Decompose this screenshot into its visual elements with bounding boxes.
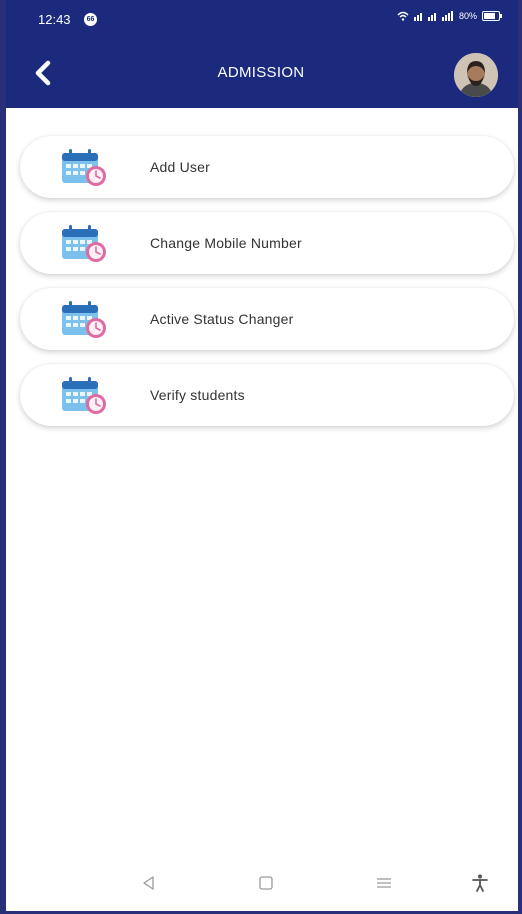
calendar-clock-icon xyxy=(62,149,106,186)
avatar[interactable] xyxy=(454,53,498,97)
status-bar: 12:43 66 80% xyxy=(0,0,522,40)
screen: 12:43 66 80% ADMISSION Add User Change M… xyxy=(0,0,522,914)
back-triangle-icon xyxy=(143,876,154,890)
notification-badge: 66 xyxy=(84,13,97,26)
menu-item-label: Verify students xyxy=(150,387,245,403)
status-icons: 80% xyxy=(397,11,502,21)
battery-percent: 80% xyxy=(458,11,477,21)
nav-recents-button[interactable] xyxy=(374,873,394,893)
calendar-clock-icon xyxy=(62,377,106,414)
calendar-clock-icon xyxy=(62,301,106,338)
menu-item-active-status-changer[interactable]: Active Status Changer xyxy=(20,288,514,350)
menu-item-verify-students[interactable]: Verify students xyxy=(20,364,514,426)
admission-menu: Add User Change Mobile Number Active Sta… xyxy=(20,136,514,440)
nav-accessibility-button[interactable] xyxy=(470,873,490,893)
nav-back-button[interactable] xyxy=(139,873,159,893)
user-avatar-icon xyxy=(454,53,498,97)
menu-item-label: Active Status Changer xyxy=(150,311,294,327)
menu-item-add-user[interactable]: Add User xyxy=(20,136,514,198)
menu-item-label: Change Mobile Number xyxy=(150,235,302,251)
app-bar: 12:43 66 80% ADMISSION xyxy=(0,0,522,108)
menu-item-change-mobile-number[interactable]: Change Mobile Number xyxy=(20,212,514,274)
signal-icon xyxy=(413,11,453,21)
recents-menu-icon xyxy=(377,878,391,888)
frame-border-left xyxy=(0,0,6,914)
status-time: 12:43 xyxy=(38,12,71,27)
menu-item-label: Add User xyxy=(150,159,210,175)
battery-icon xyxy=(482,11,502,21)
wifi-icon xyxy=(397,11,409,21)
home-square-icon xyxy=(259,876,273,890)
nav-home-button[interactable] xyxy=(256,873,276,893)
system-nav-bar xyxy=(0,851,522,911)
accessibility-icon xyxy=(472,874,488,892)
frame-border-right xyxy=(518,0,522,914)
calendar-clock-icon xyxy=(62,225,106,262)
page-title: ADMISSION xyxy=(217,64,305,81)
